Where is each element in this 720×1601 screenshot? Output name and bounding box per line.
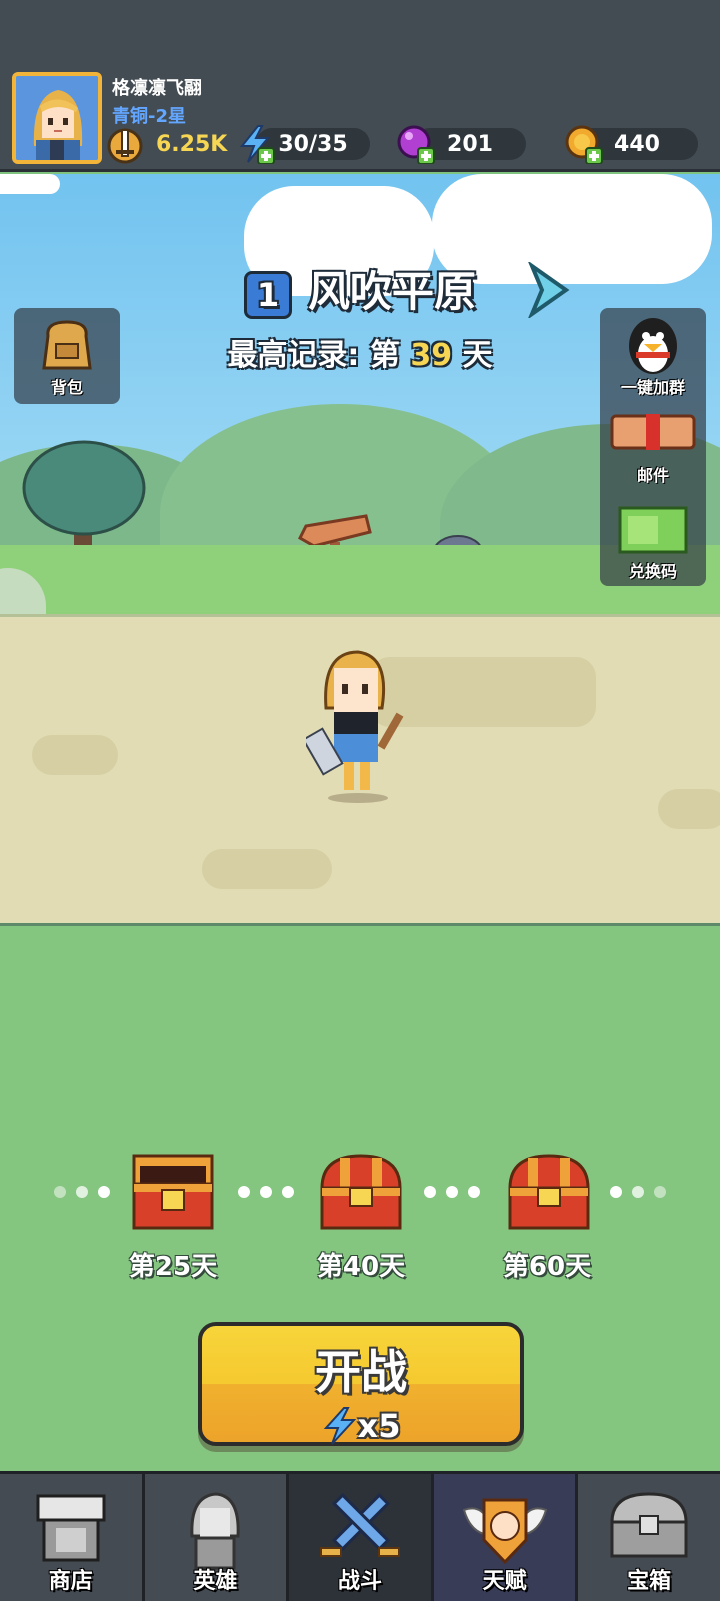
backpack-button[interactable]: 背包 — [14, 308, 120, 404]
milestone-label: 第60天 — [502, 1252, 592, 1282]
start-battle-cost-value: x5 — [357, 1407, 401, 1445]
best-record-prefix: 最高记录: 第 — [227, 338, 400, 373]
progress-dot — [54, 1186, 66, 1198]
bottom-navigation: 商店 英雄 战斗 天赋 宝箱 — [0, 1471, 720, 1601]
join-group-button[interactable]: 一键加群 — [600, 308, 706, 400]
energy-value: 30/35 — [278, 131, 348, 157]
progress-dot — [98, 1186, 110, 1198]
progress-dot — [76, 1186, 88, 1198]
open-chest-icon[interactable] — [130, 1152, 216, 1232]
nav-label-battle: 战斗 — [337, 1569, 382, 1594]
hero-portrait-icon — [16, 76, 98, 160]
penguin-icon — [629, 318, 677, 374]
gem-value: 201 — [447, 131, 493, 157]
crossed-swords-icon — [319, 1493, 400, 1557]
progress-dot — [632, 1186, 644, 1198]
progress-dot — [446, 1186, 458, 1198]
mail-button[interactable]: 邮件 — [600, 404, 706, 494]
milestone-label: 第25天 — [128, 1252, 218, 1282]
road-patch — [32, 735, 118, 775]
start-battle-button[interactable]: 开战 x5 — [198, 1322, 524, 1446]
progress-dot — [610, 1186, 622, 1198]
road-patch — [202, 849, 332, 889]
shop-stall-icon — [36, 1494, 106, 1562]
coin-add-icon[interactable] — [564, 124, 604, 164]
top-status-bar: 格凛凛飞翮 青铜-2星 6.25K 30/35 201 440 — [0, 0, 720, 172]
nav-label-heroes: 英雄 — [193, 1569, 238, 1594]
progress-dot — [468, 1186, 480, 1198]
milestone-label: 第40天 — [316, 1252, 406, 1282]
hero-silhouette-icon — [190, 1492, 240, 1570]
nav-label-chest: 宝箱 — [627, 1569, 672, 1594]
progress-dot — [424, 1186, 436, 1198]
player-name: 格凛凛飞翮 — [112, 78, 202, 99]
join-group-label: 一键加群 — [620, 378, 685, 397]
lightning-icon — [323, 1407, 356, 1445]
gem-add-icon[interactable] — [396, 124, 436, 164]
player-avatar[interactable] — [12, 72, 102, 164]
nav-tab-heroes[interactable]: 英雄 — [144, 1474, 290, 1601]
cloud — [0, 174, 60, 194]
road-patch — [658, 789, 720, 829]
nav-tab-chest[interactable]: 宝箱 — [578, 1474, 720, 1601]
progress-dot — [260, 1186, 272, 1198]
start-battle-cost: x5 — [322, 1406, 401, 1446]
nav-label-talent: 天赋 — [482, 1569, 527, 1594]
backpack-icon — [42, 320, 92, 370]
stage-name: 风吹平原 — [307, 267, 476, 316]
winged-fist-badge-icon — [462, 1498, 547, 1565]
progress-dot — [238, 1186, 250, 1198]
closed-chest-icon[interactable] — [506, 1152, 592, 1232]
backpack-label: 背包 — [50, 378, 83, 397]
nav-tab-shop[interactable]: 商店 — [0, 1474, 145, 1601]
right-side-panel: 一键加群 邮件 兑换码 — [600, 308, 706, 586]
mail-label: 邮件 — [636, 466, 669, 485]
ticket-icon — [618, 506, 688, 554]
lightning-add-icon[interactable] — [236, 124, 276, 164]
mail-scroll-icon — [610, 414, 696, 450]
progress-dot — [282, 1186, 294, 1198]
best-record-suffix: 天 — [462, 338, 493, 373]
stage-number-badge: 1 — [243, 270, 292, 319]
start-battle-label: 开战 — [315, 1345, 407, 1399]
coin-value: 440 — [614, 131, 660, 157]
progress-dot — [654, 1186, 666, 1198]
best-record-day: 39 — [410, 338, 453, 373]
power-value: 6.25K — [156, 132, 228, 157]
sword-power-icon — [107, 128, 143, 164]
treasure-chest-icon — [610, 1492, 688, 1558]
redeem-code-label: 兑换码 — [628, 562, 677, 581]
nav-tab-talent[interactable]: 天赋 — [433, 1474, 579, 1601]
next-stage-arrow-icon[interactable] — [526, 262, 574, 318]
nav-label-shop: 商店 — [48, 1569, 93, 1594]
redeem-code-button[interactable]: 兑换码 — [600, 498, 706, 586]
hero-character — [306, 650, 404, 803]
nav-tab-battle[interactable]: 战斗 — [289, 1474, 434, 1601]
closed-chest-icon[interactable] — [318, 1152, 404, 1232]
